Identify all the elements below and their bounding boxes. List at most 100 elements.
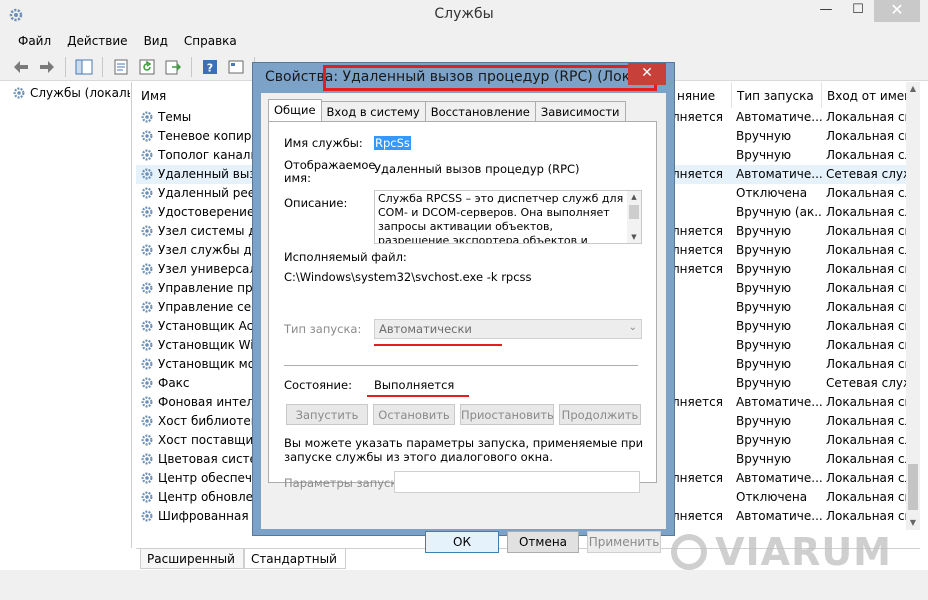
- service-logon-cell: Локальная сл: [826, 186, 906, 200]
- menu-bar: Файл Действие Вид Справка: [0, 31, 928, 53]
- service-name-cell: Удостоверение пр: [140, 205, 260, 219]
- description-text: Служба RPCSS – это диспетчер служб для C…: [378, 192, 624, 244]
- service-name: Шифрованная фа: [158, 509, 260, 523]
- service-name: Узел службы диаг: [158, 243, 260, 257]
- column-header-name[interactable]: Имя: [136, 82, 256, 108]
- start-params-input[interactable]: [394, 471, 640, 493]
- maximize-button[interactable]: ☐: [842, 0, 874, 22]
- service-logon-cell: Локальная сис: [826, 129, 906, 143]
- start-button[interactable]: Запустить: [286, 404, 368, 425]
- stop-button[interactable]: Остановить: [373, 404, 455, 425]
- gear-icon: [141, 244, 153, 256]
- service-name-cell: Удаленный вызов: [140, 167, 260, 181]
- column-header-startup-type[interactable]: Тип запуска: [732, 82, 822, 108]
- view-icon[interactable]: [225, 56, 247, 78]
- service-name: Узел системы диа: [158, 224, 260, 238]
- scroll-down-arrow-icon[interactable]: ▼: [906, 516, 920, 530]
- gear-icon: [141, 225, 153, 237]
- service-name-cell: Хост библиотеки: [140, 414, 260, 428]
- service-name: Установщик Windo: [158, 338, 260, 352]
- description-label: Описание:: [284, 196, 348, 210]
- properties-icon[interactable]: [110, 56, 132, 78]
- gear-icon: [141, 377, 153, 389]
- forward-arrow-icon[interactable]: [36, 56, 58, 78]
- executable-path[interactable]: C:\Windows\system32\svchost.exe -k rpcss: [284, 270, 532, 284]
- column-header-logon-as[interactable]: Вход от имени: [822, 82, 908, 108]
- refresh-icon[interactable]: [136, 56, 158, 78]
- minimize-button[interactable]: —: [810, 0, 842, 22]
- console-tree-icon[interactable]: [73, 56, 95, 78]
- service-startup-cell: Вручную (ак...: [736, 205, 822, 219]
- menu-help[interactable]: Справка: [176, 31, 245, 53]
- service-startup-cell: Отключена: [736, 490, 808, 504]
- startup-type-select[interactable]: Автоматически ⌄: [374, 319, 642, 339]
- service-name: Теневое копирова: [158, 129, 260, 143]
- apply-button[interactable]: Применить: [587, 531, 661, 553]
- service-name: Тополог канально: [158, 148, 260, 162]
- service-logon-cell: Локальная сл: [826, 414, 906, 428]
- description-scroll-thumb[interactable]: [629, 205, 639, 219]
- service-logon-cell: Локальная сл: [826, 243, 906, 257]
- description-scrollbar[interactable]: ▲ ▼: [627, 191, 641, 243]
- ok-button[interactable]: ОК: [425, 531, 499, 553]
- service-startup-cell: Вручную: [736, 148, 792, 162]
- scroll-down-arrow-icon[interactable]: ▼: [627, 231, 641, 243]
- service-startup-cell: Вручную: [736, 129, 792, 143]
- service-logon-cell: Локальная сис: [826, 262, 906, 276]
- service-logon-cell: Локальная сис: [826, 300, 906, 314]
- service-state-cell: лняется: [672, 262, 723, 276]
- back-arrow-icon[interactable]: [10, 56, 32, 78]
- tab-dependencies[interactable]: Зависимости: [534, 101, 626, 121]
- tab-general[interactable]: Общие: [268, 99, 322, 121]
- scrollbar-thumb[interactable]: [908, 464, 918, 510]
- service-startup-cell: Автоматиче...: [736, 167, 822, 181]
- service-name: Установщик Active: [158, 319, 260, 333]
- gear-icon: [141, 168, 153, 180]
- export-icon[interactable]: [162, 56, 184, 78]
- service-name: Удаленный вызов: [158, 167, 260, 181]
- menu-view[interactable]: Вид: [136, 31, 176, 53]
- gear-icon: [141, 358, 153, 370]
- service-name-cell: Темы: [140, 110, 260, 124]
- service-name-value[interactable]: RpcSs: [374, 136, 411, 150]
- toolbar-separator: [191, 56, 192, 77]
- service-startup-cell: Вручную: [736, 319, 792, 333]
- resume-button[interactable]: Продолжить: [559, 404, 641, 425]
- svg-text:?: ?: [207, 61, 213, 74]
- service-state-cell: лняется: [672, 509, 723, 523]
- scroll-up-arrow-icon[interactable]: ▲: [906, 82, 920, 96]
- menu-action[interactable]: Действие: [59, 31, 135, 53]
- cancel-button[interactable]: Отмена: [507, 531, 579, 553]
- service-logon-cell: Локальная сис: [826, 357, 906, 371]
- gear-icon: [141, 282, 153, 294]
- tree-item-services-local[interactable]: Службы (локаль: [12, 86, 130, 100]
- tab-recovery[interactable]: Восстановление: [424, 101, 536, 121]
- tab-extended[interactable]: Расширенный: [140, 549, 244, 569]
- gear-icon: [141, 206, 153, 218]
- service-logon-cell: Локальная сл: [826, 471, 906, 485]
- close-button[interactable]: ✕: [874, 0, 920, 22]
- menu-file[interactable]: Файл: [10, 31, 59, 53]
- service-name-label: Имя службы:: [284, 136, 363, 150]
- service-startup-cell: Вручную: [736, 300, 792, 314]
- gear-icon: [141, 111, 153, 123]
- watermark-ring-icon: [671, 534, 708, 570]
- pause-button[interactable]: Приостановить: [460, 404, 554, 425]
- service-name-cell: Центр обеспечен: [140, 471, 260, 485]
- gear-icon: [141, 472, 153, 484]
- dialog-close-button[interactable]: ✕: [628, 63, 666, 85]
- column-header-state[interactable]: няние: [672, 82, 732, 108]
- scroll-up-arrow-icon[interactable]: ▲: [627, 191, 641, 203]
- description-textbox[interactable]: Служба RPCSS – это диспетчер служб для C…: [374, 190, 642, 244]
- help-icon[interactable]: ?: [199, 56, 221, 78]
- tab-logon[interactable]: Вход в систему: [320, 101, 426, 121]
- service-startup-cell: Отключена: [736, 186, 808, 200]
- service-startup-cell: Вручную: [736, 414, 792, 428]
- tab-standard[interactable]: Стандартный: [243, 549, 346, 569]
- vertical-scrollbar[interactable]: ▲ ▼: [906, 82, 920, 530]
- service-startup-cell: Вручную: [736, 433, 792, 447]
- display-name-value[interactable]: Удаленный вызов процедур (RPC): [374, 162, 580, 176]
- service-startup-cell: Автоматиче...: [736, 395, 822, 409]
- service-startup-cell: Автоматиче...: [736, 509, 822, 523]
- service-logon-cell: Сетевая служ: [826, 376, 906, 390]
